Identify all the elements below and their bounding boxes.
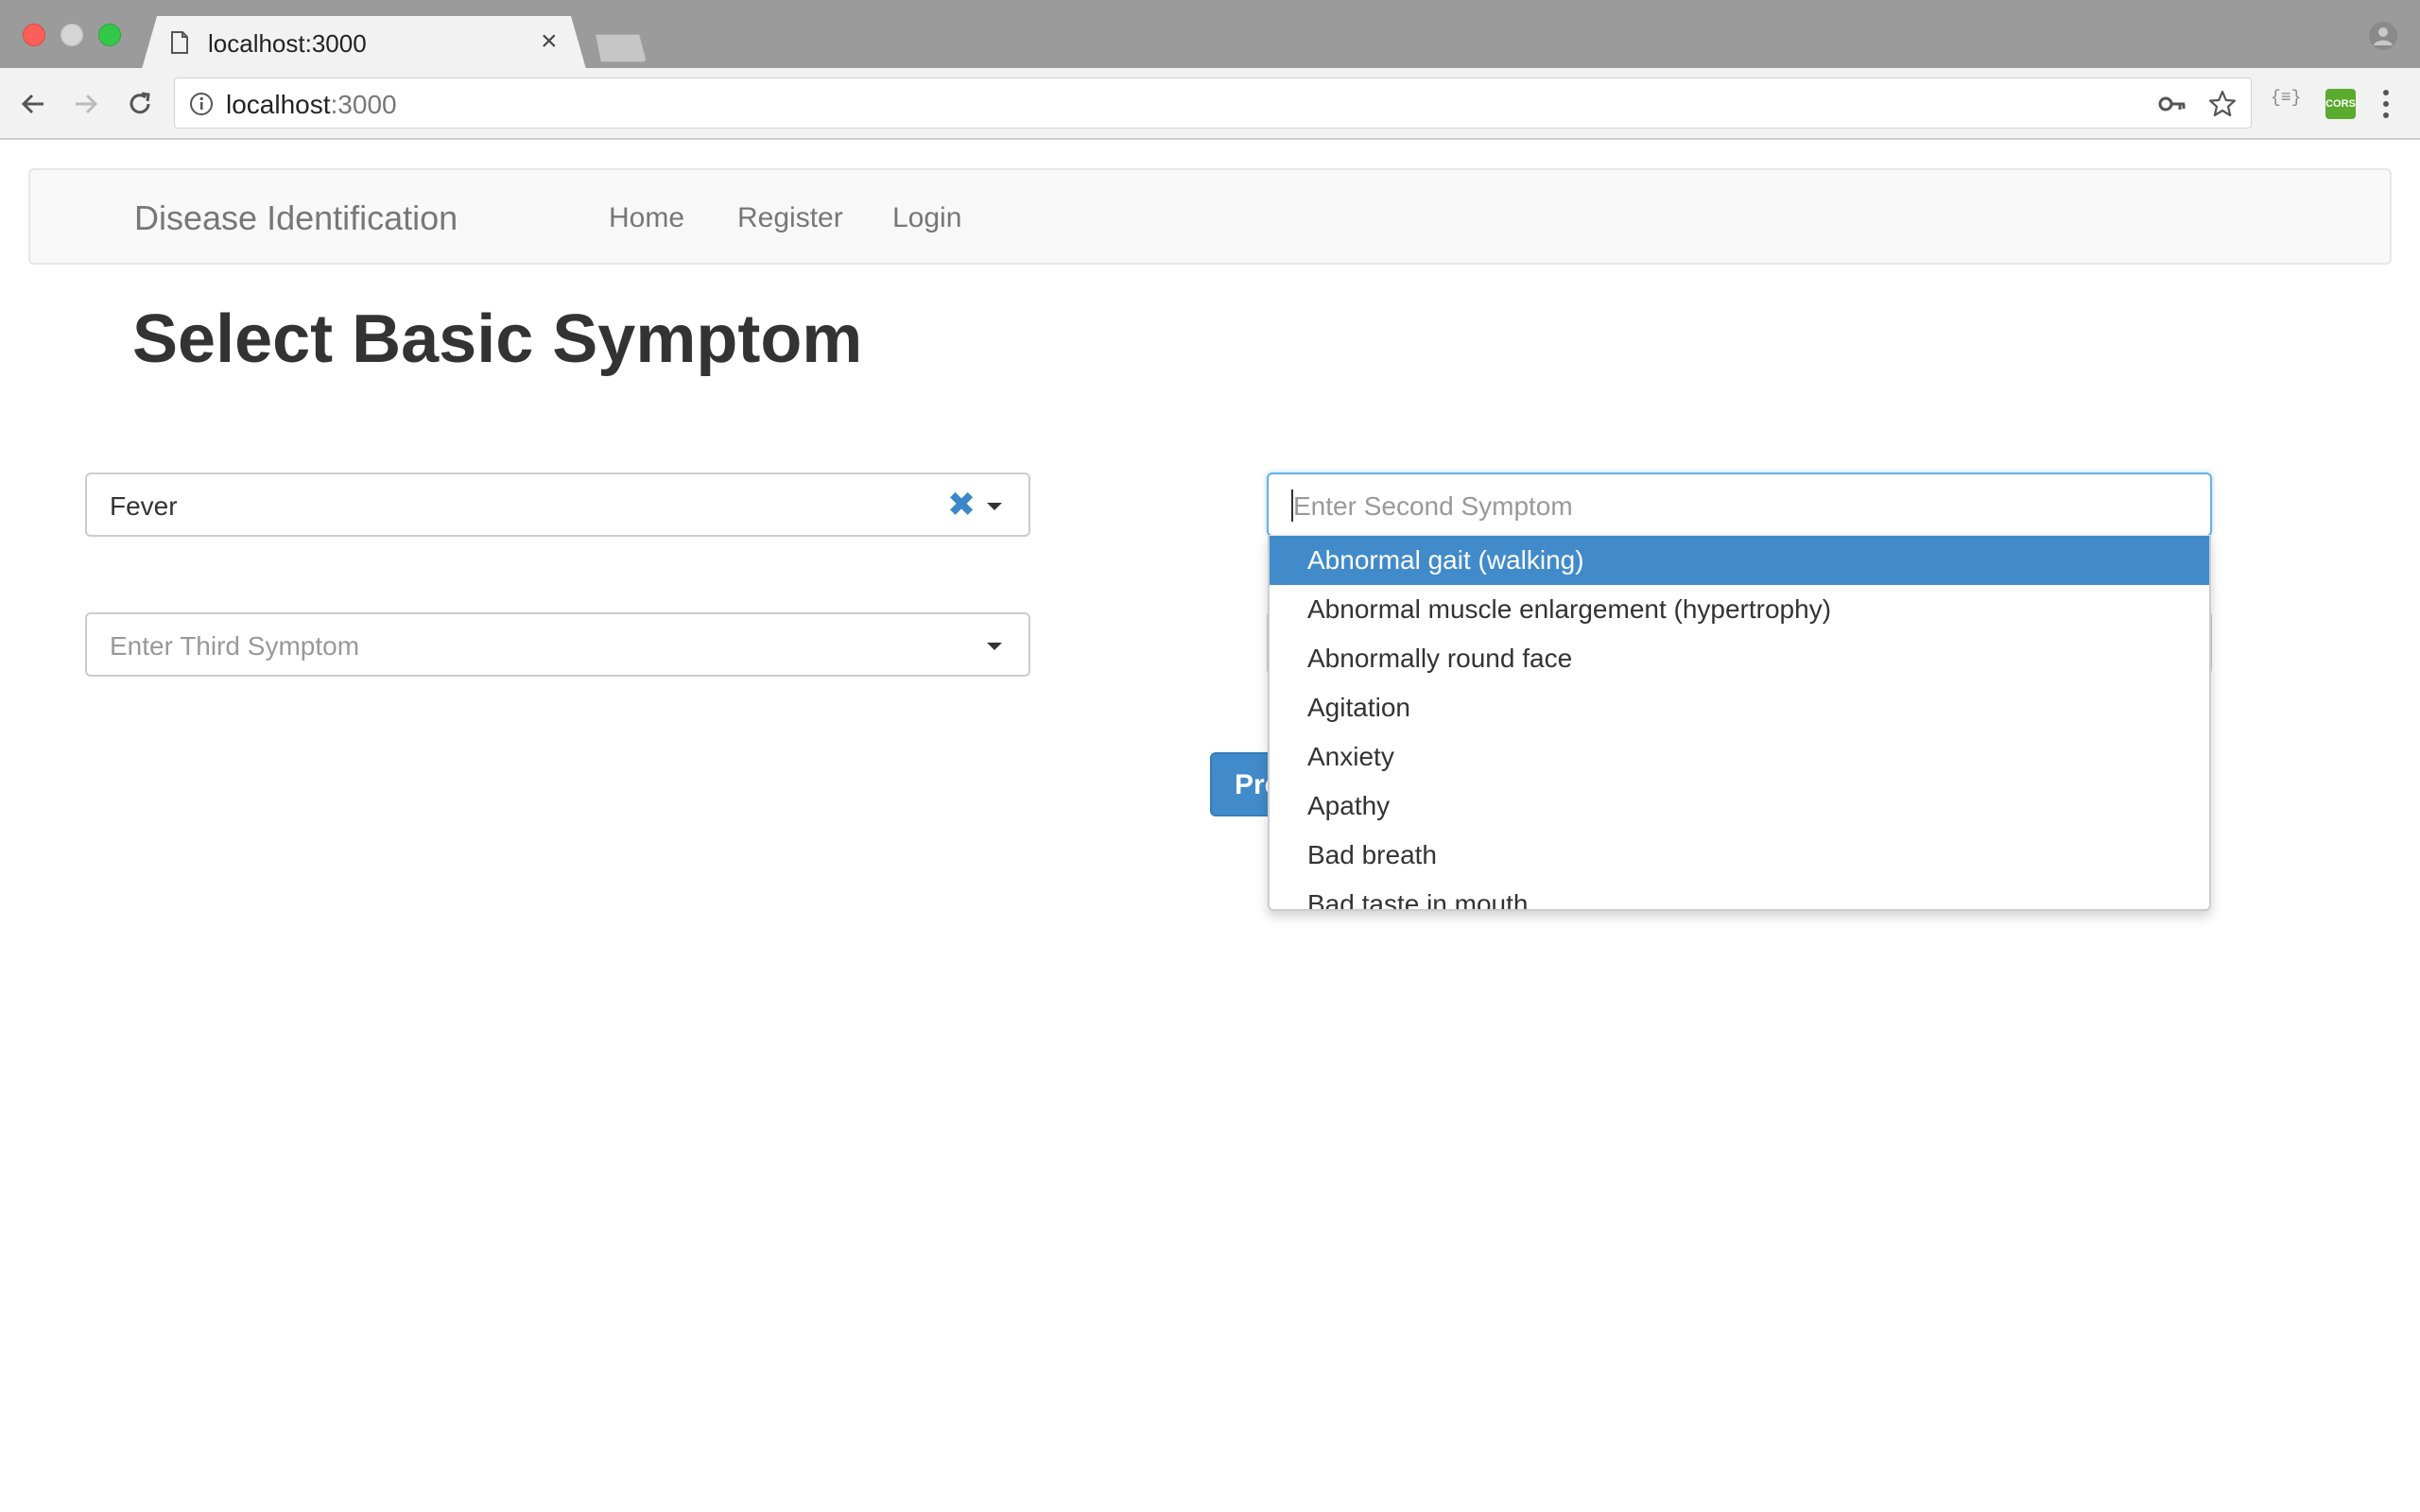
maximize-window-button[interactable] (98, 24, 121, 46)
minimize-window-button[interactable] (60, 24, 83, 46)
reload-icon[interactable] (121, 85, 159, 123)
nav-link-register[interactable]: Register (737, 202, 843, 234)
dropdown-option[interactable]: Bad breath (1270, 831, 2209, 880)
browser-toolbar: localhost:3000 {≡} CORS (0, 68, 2420, 140)
browser-menu-icon[interactable] (2378, 87, 2394, 121)
bookmark-star-icon[interactable] (2207, 89, 2238, 119)
site-navbar: Disease Identification Home Register Log… (28, 168, 2392, 265)
chevron-down-icon[interactable] (987, 643, 1002, 650)
third-symptom-select[interactable]: Enter Third Symptom (85, 612, 1030, 677)
profile-icon[interactable] (2368, 21, 2398, 51)
new-tab-button[interactable] (596, 34, 647, 62)
url-text[interactable]: localhost:3000 (226, 90, 397, 120)
nav-link-home[interactable]: Home (609, 202, 684, 234)
navbar-brand[interactable]: Disease Identification (134, 198, 458, 238)
page-icon (171, 31, 188, 54)
second-symptom-select[interactable]: Enter Second Symptom (1267, 472, 2212, 537)
key-icon[interactable] (2158, 92, 2187, 116)
second-symptom-dropdown[interactable]: Abnormal gait (walking) Abnormal muscle … (1268, 535, 2211, 911)
nav-link-login[interactable]: Login (892, 202, 961, 234)
info-icon[interactable] (188, 91, 215, 117)
back-icon[interactable] (15, 85, 53, 123)
second-symptom-placeholder: Enter Second Symptom (1293, 491, 1573, 521)
dropdown-option[interactable]: Apathy (1270, 782, 2209, 831)
clear-selection-icon[interactable]: ✖ (947, 486, 976, 524)
third-symptom-placeholder: Enter Third Symptom (110, 631, 360, 661)
first-symptom-value: Fever (110, 491, 178, 521)
dropdown-option[interactable]: Bad taste in mouth (1270, 880, 2209, 909)
dropdown-option[interactable]: Agitation (1270, 683, 2209, 732)
url-host: localhost (226, 90, 331, 119)
dropdown-option[interactable]: Abnormal muscle enlargement (hypertrophy… (1270, 585, 2209, 634)
page-title: Select Basic Symptom (132, 301, 863, 377)
browser-tab[interactable]: localhost:3000 × (142, 16, 586, 69)
tab-close-icon[interactable]: × (541, 27, 558, 56)
url-port: :3000 (330, 90, 397, 119)
close-window-button[interactable] (23, 24, 45, 46)
dropdown-option[interactable]: Anxiety (1270, 732, 2209, 782)
dropdown-option[interactable]: Abnormal gait (walking) (1270, 536, 2209, 585)
first-symptom-select[interactable]: Fever ✖ (85, 472, 1030, 537)
browser-tabstrip: localhost:3000 × (0, 0, 2420, 69)
json-extension-icon[interactable]: {≡} (2271, 89, 2301, 108)
cors-extension-icon[interactable]: CORS (2325, 89, 2356, 119)
dropdown-option[interactable]: Abnormally round face (1270, 634, 2209, 683)
address-bar[interactable]: localhost:3000 (174, 77, 2252, 129)
tab-title: localhost:3000 (208, 29, 367, 58)
chevron-down-icon[interactable] (987, 503, 1002, 510)
forward-icon[interactable] (66, 85, 104, 123)
